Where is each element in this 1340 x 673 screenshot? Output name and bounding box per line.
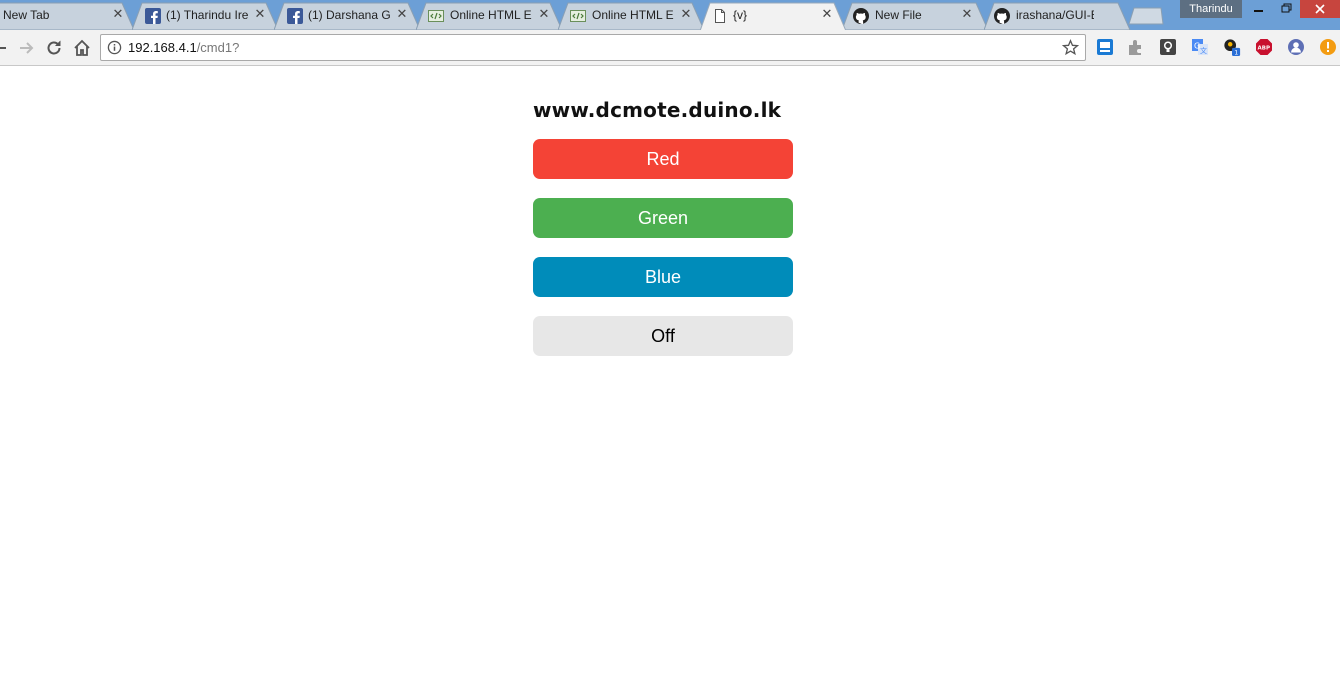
green-button[interactable]: Green (533, 198, 793, 238)
tab-title: Online HTML E (592, 8, 674, 22)
tab-github-gui[interactable]: irashana/GUI-B (984, 2, 1132, 30)
facebook-icon (145, 8, 161, 24)
bookmark-star-icon[interactable] (1062, 39, 1079, 56)
close-icon (1315, 4, 1325, 14)
html-editor-icon (428, 10, 444, 22)
tab-active-v[interactable]: {v} ✕ (700, 2, 848, 30)
tab-title: New Tab (3, 8, 50, 22)
page-title: www.dcmote.duino.lk (533, 98, 782, 122)
close-icon[interactable]: ✕ (537, 7, 551, 23)
reload-icon[interactable] (44, 38, 64, 58)
tab-title: irashana/GUI-B (1016, 8, 1094, 22)
svg-text:文: 文 (1200, 46, 1207, 55)
new-tab-button[interactable] (1128, 7, 1164, 25)
red-button[interactable]: Red (533, 139, 793, 179)
close-icon[interactable]: ✕ (679, 7, 693, 23)
facebook-icon (287, 8, 303, 24)
restore-button[interactable] (1272, 0, 1302, 18)
html-editor-icon (570, 10, 586, 22)
tab-title: New File (875, 8, 922, 22)
extension-badge-icon[interactable]: 1 (1223, 38, 1241, 56)
tab-facebook-darshana[interactable]: (1) Darshana G ✕ (274, 2, 422, 30)
close-icon[interactable]: ✕ (395, 7, 409, 23)
svg-text:1: 1 (1234, 50, 1238, 56)
tab-github-new-file[interactable]: New File ✕ (842, 2, 990, 30)
page-content: www.dcmote.duino.lk Red Green Blue Off (0, 67, 1340, 673)
url-host: 192.168.4.1 (128, 40, 197, 55)
warning-icon[interactable] (1319, 38, 1337, 56)
blue-button[interactable]: Blue (533, 257, 793, 297)
extension-remote-icon[interactable] (1096, 38, 1114, 56)
window-close-button[interactable] (1300, 0, 1340, 18)
tab-title: (1) Darshana G (308, 8, 390, 22)
home-icon[interactable] (72, 38, 92, 58)
tab-title: {v} (733, 8, 748, 22)
address-bar[interactable]: 192.168.4.1/cmd1? (100, 34, 1086, 61)
minimize-icon (1254, 10, 1263, 12)
tab-strip: New Tab ✕ (1) Tharindu Ire ✕ (1) Darshan… (0, 0, 1340, 30)
url-text[interactable]: 192.168.4.1/cmd1? (128, 40, 239, 55)
document-icon (715, 9, 725, 23)
browser-toolbar: 192.168.4.1/cmd1? G文 1 ABP (0, 30, 1340, 66)
extension-user-icon[interactable] (1287, 38, 1305, 56)
info-icon[interactable] (107, 40, 122, 55)
svg-text:ABP: ABP (1258, 46, 1270, 52)
restore-icon (1281, 3, 1292, 13)
forward-icon[interactable] (16, 38, 36, 58)
tab-title: (1) Tharindu Ire (166, 8, 248, 22)
url-path: /cmd1? (196, 40, 240, 55)
github-icon (853, 8, 869, 24)
off-button[interactable]: Off (533, 316, 793, 356)
tab-online-html-editor-2[interactable]: Online HTML E ✕ (558, 2, 706, 30)
tab-new-tab[interactable]: New Tab ✕ (0, 2, 136, 30)
tab-facebook-tharindu[interactable]: (1) Tharindu Ire ✕ (132, 2, 280, 30)
close-icon[interactable]: ✕ (253, 7, 267, 23)
extension-keep-icon[interactable] (1159, 38, 1177, 56)
github-icon (994, 8, 1010, 24)
tab-online-html-editor-1[interactable]: Online HTML E ✕ (416, 2, 564, 30)
profile-button[interactable]: Tharindu (1180, 0, 1242, 18)
minimize-button[interactable] (1244, 0, 1274, 18)
close-icon[interactable]: ✕ (820, 7, 834, 23)
back-icon[interactable] (0, 38, 10, 58)
tab-title: Online HTML E (450, 8, 532, 22)
google-translate-icon[interactable]: G文 (1191, 38, 1209, 56)
close-icon[interactable]: ✕ (111, 7, 125, 23)
adblock-plus-icon[interactable]: ABP (1255, 38, 1273, 56)
extension-puzzle-icon[interactable] (1127, 38, 1145, 56)
close-icon[interactable]: ✕ (960, 7, 974, 23)
